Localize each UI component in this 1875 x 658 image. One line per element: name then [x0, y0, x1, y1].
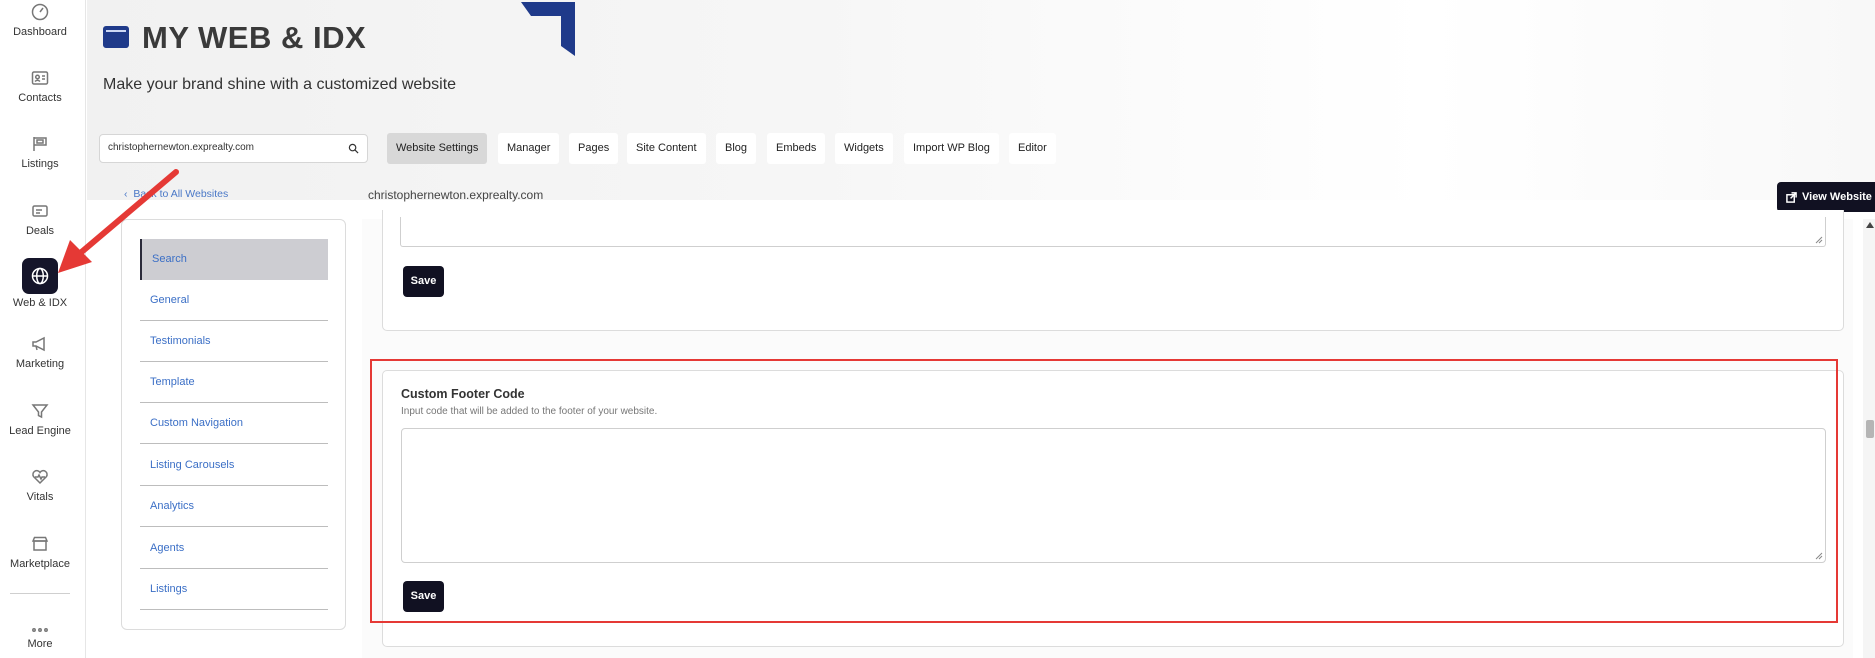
nav-item-listings[interactable]: Listings [0, 134, 80, 170]
nav-label: Marketplace [10, 558, 70, 570]
menu-item-custom-navigation[interactable]: Custom Navigation [140, 403, 328, 444]
nav-item-marketplace[interactable]: Marketplace [0, 534, 80, 570]
megaphone-icon [30, 334, 50, 354]
nav-label: More [27, 638, 53, 650]
nav-divider [10, 593, 70, 594]
menu-item-general[interactable]: General [140, 280, 328, 321]
nav-label: Vitals [26, 491, 54, 503]
website-selector-value: christophernewton.exprealty.com [108, 142, 254, 153]
tab-import-wp-blog[interactable]: Import WP Blog [904, 133, 999, 164]
tab-blog[interactable]: Blog [716, 133, 757, 164]
nav-label: Contacts [18, 92, 62, 104]
heart-pulse-icon [30, 467, 50, 487]
tab-widgets[interactable]: Widgets [835, 133, 893, 164]
view-website-button[interactable]: View Website [1777, 182, 1875, 212]
page-title: MY WEB & IDX [142, 20, 367, 55]
nav-item-lead-engine[interactable]: Lead Engine [0, 401, 80, 437]
view-website-label: View Website [1802, 191, 1872, 203]
nav-label: Lead Engine [9, 425, 71, 437]
menu-item-testimonials[interactable]: Testimonials [140, 321, 328, 362]
contacts-icon [30, 68, 50, 88]
menu-item-template[interactable]: Template [140, 362, 328, 403]
nav-item-dashboard[interactable]: Dashboard [0, 2, 80, 38]
tab-editor[interactable]: Editor [1009, 133, 1056, 164]
tab-embeds[interactable]: Embeds [767, 133, 826, 164]
store-icon [30, 534, 50, 554]
scroll-up-arrow-icon[interactable] [1866, 222, 1874, 228]
tab-site-content[interactable]: Site Content [627, 133, 706, 164]
funnel-icon [30, 401, 50, 421]
website-selector-input[interactable]: christophernewton.exprealty.com [99, 134, 368, 163]
nav-label: Listings [21, 158, 59, 170]
main-scrollbar[interactable] [1863, 219, 1875, 658]
menu-item-listing-carousels[interactable]: Listing Carousels [140, 445, 328, 486]
search-icon [348, 143, 359, 154]
nav-item-vitals[interactable]: Vitals [0, 467, 80, 503]
previous-code-textarea[interactable] [400, 217, 1826, 247]
menu-item-listings[interactable]: Listings [140, 569, 328, 610]
nav-item-deals[interactable]: Deals [0, 201, 80, 237]
nav-label: Web & IDX [12, 297, 68, 309]
brand-logo-mark [521, 2, 575, 56]
more-dots-icon [30, 620, 50, 634]
nav-label: Dashboard [13, 26, 67, 38]
nav-label: Marketing [15, 358, 65, 370]
back-to-all-websites-link[interactable]: ‹ Back to All Websites [124, 188, 228, 200]
deals-icon [30, 201, 50, 221]
tab-pages[interactable]: Pages [569, 133, 619, 164]
back-link-label: Back to All Websites [133, 188, 229, 200]
nav-item-more[interactable]: More [0, 620, 80, 650]
nav-item-contacts[interactable]: Contacts [0, 68, 80, 104]
scrollbar-thumb[interactable] [1866, 420, 1874, 438]
nav-item-marketing[interactable]: Marketing [0, 334, 80, 370]
left-nav: Dashboard Contacts Listings Deals Web & … [0, 0, 86, 658]
menu-item-analytics[interactable]: Analytics [140, 486, 328, 527]
menu-item-agents[interactable]: Agents [140, 528, 328, 569]
nav-item-web-idx[interactable]: Web & IDX [0, 258, 80, 309]
save-button-top[interactable]: Save [403, 266, 444, 297]
dashboard-icon [30, 2, 50, 22]
nav-label: Deals [25, 225, 55, 237]
external-link-icon [1786, 191, 1797, 203]
listings-icon [30, 134, 50, 154]
tab-manager[interactable]: Manager [498, 133, 560, 164]
current-domain: christophernewton.exprealty.com [368, 188, 544, 202]
chevron-left-icon: ‹ [124, 188, 134, 200]
resize-grip-icon[interactable] [1815, 236, 1823, 244]
globe-icon [22, 258, 58, 294]
tab-website-settings[interactable]: Website Settings [387, 133, 488, 164]
browser-window-icon [103, 26, 129, 48]
annotation-highlight-box [370, 359, 1838, 623]
menu-item-search[interactable]: Search [140, 239, 328, 280]
page-subtitle: Make your brand shine with a customized … [103, 76, 457, 93]
settings-menu: Search General Testimonials Template Cus… [121, 219, 346, 630]
